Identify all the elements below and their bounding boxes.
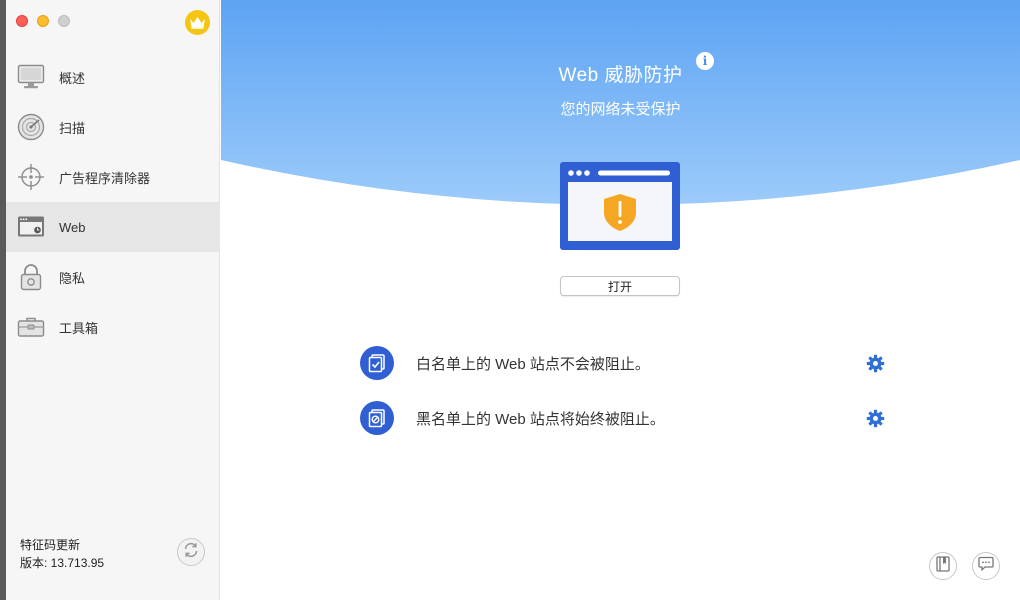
sidebar-item-label: 隐私 (59, 270, 86, 286)
sidebar-item-label: Web (59, 219, 86, 235)
enable-protection-button[interactable]: 打开 (560, 276, 680, 296)
crown-icon[interactable] (185, 10, 210, 35)
whitelist-description: 白名单上的 Web 站点不会被阻止。 (416, 355, 650, 373)
gear-icon[interactable] (865, 408, 885, 428)
refresh-icon (182, 541, 200, 564)
sidebar-item-toolbox[interactable]: 工具箱 (6, 302, 220, 352)
sidebar: 概述 扫描 广告程序清除器 Web 隐私 工具箱 特征码更新 版本: 13.71… (6, 0, 220, 600)
sidebar-item-privacy[interactable]: 隐私 (6, 252, 220, 302)
sidebar-nav: 概述 扫描 广告程序清除器 Web 隐私 工具箱 (6, 52, 220, 352)
help-book-button[interactable] (929, 552, 957, 580)
whitelist-icon (360, 346, 394, 380)
sidebar-item-overview[interactable]: 概述 (6, 52, 220, 102)
blacklist-icon (360, 401, 394, 435)
gear-icon[interactable] (865, 353, 885, 373)
main-panel: Web 威胁防护 i 您的网络未受保护 打开 白名单上的 Web 站点不会被阻止… (221, 0, 1020, 600)
signature-update-info: 特征码更新 版本: 13.713.95 (20, 536, 104, 572)
sidebar-item-web[interactable]: Web (6, 202, 220, 252)
minimize-window-button[interactable] (37, 15, 49, 27)
sidebar-item-label: 工具箱 (59, 320, 99, 336)
page-title: Web 威胁防护 (558, 65, 683, 86)
blacklist-row: 黑名单上的 Web 站点将始终被阻止。 (360, 400, 885, 436)
whitelist-row: 白名单上的 Web 站点不会被阻止。 (360, 345, 885, 381)
toolbox-icon (16, 312, 46, 342)
book-icon (936, 555, 950, 577)
traffic-lights (16, 15, 70, 27)
browser-icon (16, 212, 46, 242)
update-refresh-button[interactable] (177, 538, 205, 566)
chat-bubble-icon (978, 556, 994, 576)
info-icon[interactable]: i (696, 52, 714, 70)
crosshair-icon (16, 162, 46, 192)
sidebar-item-label: 扫描 (59, 120, 86, 136)
sidebar-item-label: 广告程序清除器 (59, 170, 151, 186)
version-text: 版本: 13.713.95 (20, 556, 105, 570)
lock-icon (16, 262, 46, 292)
radar-icon (16, 112, 46, 142)
sidebar-item-adware-cleaner[interactable]: 广告程序清除器 (6, 152, 220, 202)
browser-shield-illustration (560, 162, 680, 250)
sidebar-item-scan[interactable]: 扫描 (6, 102, 220, 152)
sidebar-item-label: 概述 (59, 70, 86, 86)
maximize-window-button[interactable] (58, 15, 70, 27)
blacklist-description: 黑名单上的 Web 站点将始终被阻止。 (416, 410, 665, 428)
feedback-chat-button[interactable] (972, 552, 1000, 580)
signature-update-title: 特征码更新 (20, 538, 81, 552)
monitor-icon (16, 62, 46, 92)
close-window-button[interactable] (16, 15, 28, 27)
protection-status: 您的网络未受保护 (560, 101, 681, 118)
